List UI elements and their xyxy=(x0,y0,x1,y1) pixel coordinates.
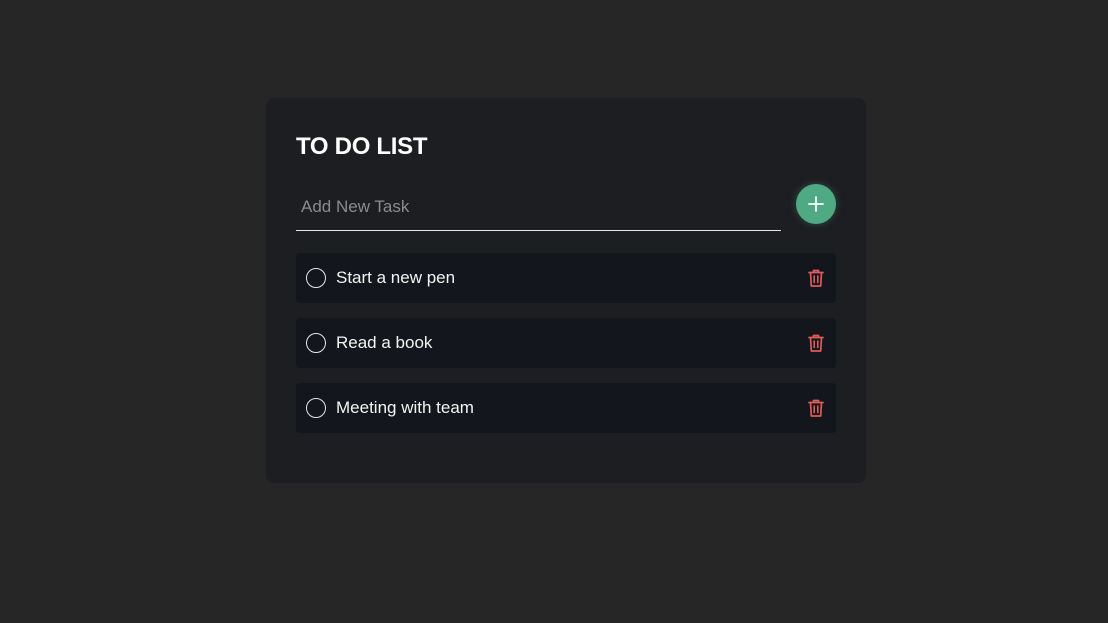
task-checkbox[interactable] xyxy=(306,268,326,288)
trash-icon xyxy=(807,333,825,353)
delete-task-button[interactable] xyxy=(804,266,828,290)
task-item: Read a book xyxy=(296,318,836,368)
new-task-row xyxy=(296,184,836,232)
trash-icon xyxy=(807,398,825,418)
task-checkbox[interactable] xyxy=(306,333,326,353)
add-task-button[interactable] xyxy=(796,184,836,224)
delete-task-button[interactable] xyxy=(804,331,828,355)
task-label: Start a new pen xyxy=(336,268,456,287)
page-title: TO DO LIST xyxy=(296,133,428,160)
task-label: Meeting with team xyxy=(336,398,474,417)
plus-icon xyxy=(807,195,825,213)
todo-card: TO DO LIST Start a new pen xyxy=(266,98,866,483)
task-checkbox[interactable] xyxy=(306,398,326,418)
task-item: Start a new pen xyxy=(296,253,836,303)
delete-task-button[interactable] xyxy=(804,396,828,420)
task-list: Start a new pen Read a book Meeting with… xyxy=(296,253,836,448)
trash-icon xyxy=(807,268,825,288)
task-item: Meeting with team xyxy=(296,383,836,433)
task-label: Read a book xyxy=(336,333,433,352)
new-task-input[interactable] xyxy=(296,184,781,231)
